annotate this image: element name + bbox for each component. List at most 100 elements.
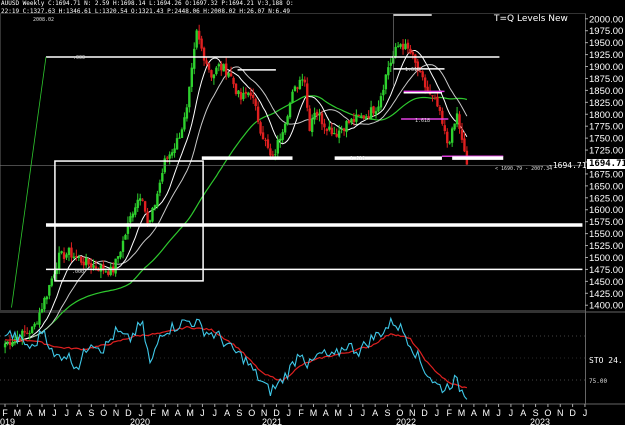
candle-body bbox=[306, 83, 309, 108]
annotation-top: 2008.02 bbox=[33, 17, 54, 23]
candle-body bbox=[3, 343, 7, 348]
candle-body bbox=[33, 323, 36, 327]
candle-body bbox=[384, 74, 388, 90]
candle-body bbox=[318, 113, 321, 116]
candle-body bbox=[80, 256, 83, 263]
candle-body bbox=[279, 138, 282, 142]
x-month-label: S bbox=[88, 408, 94, 418]
y-tick-label: 1550.00 bbox=[589, 229, 623, 240]
candle-body bbox=[323, 123, 326, 128]
candle-body bbox=[364, 116, 368, 118]
candle-body bbox=[104, 271, 108, 273]
candle-body bbox=[62, 252, 66, 259]
candle-body bbox=[48, 285, 51, 296]
time-axis: FMAMJJASONDJFMAMJJASONDJFMAMJJASONDJFMAM… bbox=[0, 404, 587, 425]
candle-body bbox=[310, 118, 314, 133]
y-tick-label: 1950.00 bbox=[589, 38, 623, 49]
candle-body bbox=[202, 47, 206, 61]
header-line-2: 22:19 C:1327.63 H:1346.61 L:1320.54 O:13… bbox=[1, 8, 290, 15]
y-tick-label: 1425.00 bbox=[589, 289, 623, 300]
candle-body bbox=[146, 211, 149, 224]
y-tick-label: 1400.00 bbox=[589, 301, 623, 312]
candle-body bbox=[188, 86, 191, 108]
y-tick-label: 1675.00 bbox=[589, 169, 623, 180]
x-month-label: D bbox=[421, 408, 428, 418]
candle-body bbox=[296, 87, 299, 89]
candle-body bbox=[409, 48, 412, 54]
current-price-box: 1694.71 bbox=[587, 159, 625, 169]
x-month-label: J bbox=[509, 408, 514, 418]
annotation-fib-b: 1.618 bbox=[415, 118, 430, 124]
candle-body bbox=[274, 154, 277, 156]
candle-body bbox=[222, 64, 225, 72]
candle-body bbox=[239, 91, 243, 100]
x-month-label: N bbox=[557, 408, 564, 418]
candle-body bbox=[414, 54, 417, 63]
candle-body bbox=[40, 308, 44, 313]
x-month-label: F bbox=[298, 408, 304, 418]
candle-body bbox=[254, 98, 257, 107]
candle-body bbox=[141, 199, 144, 201]
x-month-label: F bbox=[446, 408, 452, 418]
price-grid bbox=[0, 13, 625, 405]
candle-body bbox=[220, 63, 223, 71]
y-tick-label: 1450.00 bbox=[589, 277, 623, 288]
x-month-label: O bbox=[100, 408, 107, 418]
candle-body bbox=[6, 341, 9, 343]
candle-body bbox=[173, 148, 176, 154]
candle-body bbox=[190, 67, 193, 87]
candle-body bbox=[166, 157, 169, 159]
candle-body bbox=[328, 126, 331, 130]
candle-body bbox=[320, 113, 324, 125]
candle-body bbox=[26, 332, 29, 334]
candle-body bbox=[232, 77, 235, 85]
candle-body bbox=[109, 266, 112, 275]
x-year-label: 2022 bbox=[396, 417, 416, 425]
candle-body bbox=[99, 265, 103, 272]
candle-body bbox=[325, 128, 329, 132]
candle-body bbox=[193, 48, 196, 69]
y-tick-label: 1825.00 bbox=[589, 98, 623, 109]
annotation-box: .000 bbox=[72, 269, 84, 275]
candle-body bbox=[389, 62, 392, 66]
candle-body bbox=[374, 111, 378, 115]
candle-body bbox=[242, 92, 245, 100]
candle-body bbox=[286, 116, 289, 125]
y-tick-label: 1900.00 bbox=[589, 62, 623, 73]
candle-body bbox=[82, 261, 85, 266]
x-month-label: M bbox=[310, 408, 318, 418]
x-month-label: J bbox=[496, 408, 501, 418]
annotation-current: -1694.71 bbox=[548, 161, 587, 170]
candle-body bbox=[28, 333, 31, 335]
candle-body bbox=[394, 46, 397, 57]
candle-body bbox=[129, 216, 132, 223]
candle-body bbox=[65, 254, 68, 258]
candle-body bbox=[345, 120, 348, 132]
y-tick-label: 1525.00 bbox=[589, 241, 623, 252]
x-month-label: J bbox=[435, 408, 440, 418]
y-tick-label: 1600.00 bbox=[589, 205, 623, 216]
x-month-label: O bbox=[248, 408, 255, 418]
candle-body bbox=[404, 43, 407, 49]
candle-body bbox=[197, 30, 201, 40]
candle-body bbox=[360, 115, 363, 117]
candle-body bbox=[256, 106, 260, 122]
candle-body bbox=[401, 43, 405, 50]
candle-body bbox=[200, 38, 203, 49]
candle-body bbox=[158, 182, 162, 193]
candle-body bbox=[443, 125, 446, 131]
candle-body bbox=[335, 133, 338, 137]
candle-body bbox=[136, 199, 139, 208]
candle-body bbox=[244, 91, 248, 94]
candle-body bbox=[460, 129, 464, 140]
x-year-label: 2021 bbox=[262, 417, 282, 425]
sto-main-line bbox=[4, 316, 468, 400]
stochastic-panel: 75.00 bbox=[0, 316, 607, 400]
candle-body bbox=[35, 323, 39, 325]
candle-body bbox=[379, 96, 383, 108]
x-month-label: N bbox=[113, 408, 120, 418]
candle-body bbox=[411, 52, 415, 55]
y-tick-label: 2000.00 bbox=[589, 14, 623, 25]
annotation-range: < 1690.79 - 2007.34 bbox=[495, 166, 552, 172]
candle-body bbox=[458, 114, 461, 129]
